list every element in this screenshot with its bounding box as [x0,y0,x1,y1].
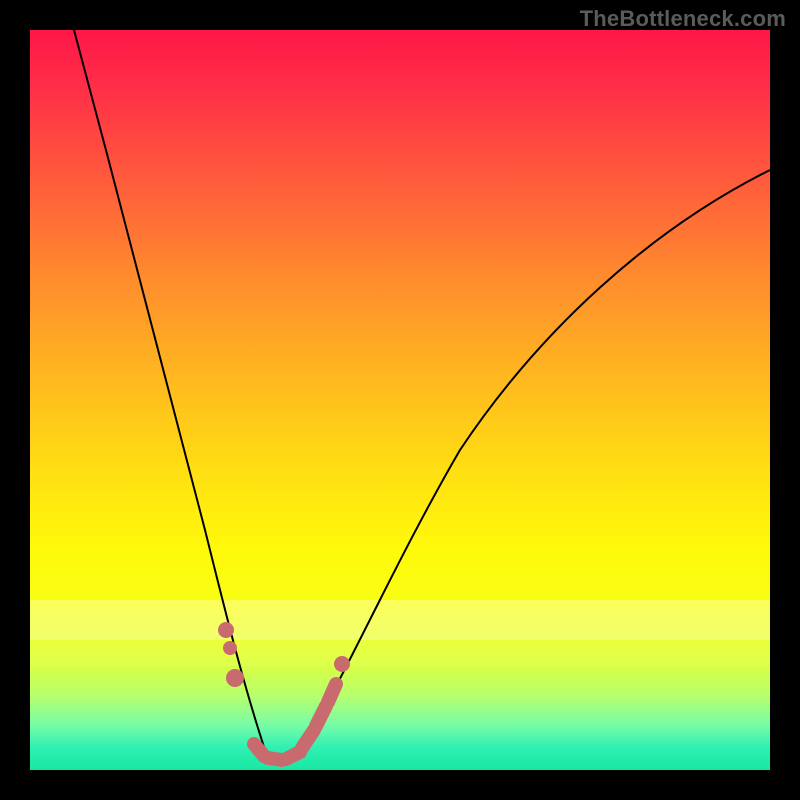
marker-left-cluster-bot [226,669,244,687]
chart-frame: TheBottleneck.com [0,0,800,800]
marker-right-top-dot [334,656,350,672]
plot-area [30,30,770,770]
bottleneck-curve [74,30,770,765]
marker-left-cluster-mid [223,641,237,655]
marker-right-rise-1 [302,730,314,748]
marker-right-rise-3 [328,684,336,702]
curve-svg [30,30,770,770]
marker-left-cluster-top [218,622,234,638]
watermark-text: TheBottleneck.com [580,6,786,32]
marker-right-rise-2 [316,706,326,726]
